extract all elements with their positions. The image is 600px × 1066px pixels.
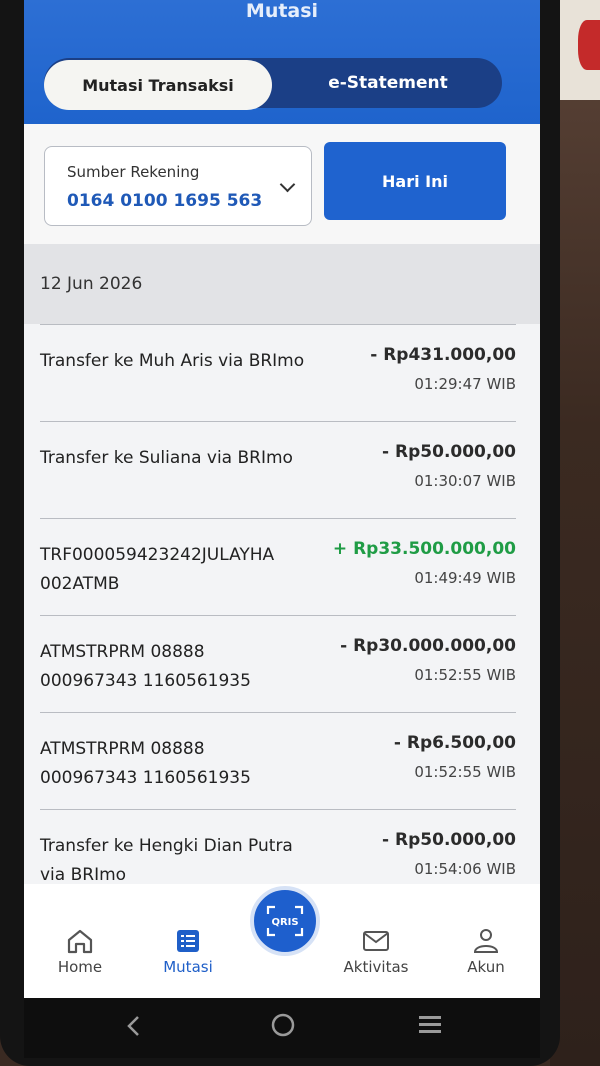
- tab-e-statement[interactable]: e-Statement: [274, 58, 502, 108]
- nav-home-label: Home: [57, 958, 103, 976]
- mail-icon: [363, 931, 389, 951]
- transaction-description: ATMSTRPRM 08888 000967343 1160561935: [40, 739, 251, 788]
- transaction-time: 01:29:47 WIB: [414, 375, 516, 393]
- transaction-time: 01:52:55 WIB: [414, 666, 516, 684]
- qris-icon: QRIS: [266, 905, 304, 937]
- back-icon[interactable]: [124, 1014, 144, 1038]
- transaction-row[interactable]: ATMSTRPRM 08888 000967343 1160561935 - R…: [40, 615, 516, 713]
- transaction-description: Transfer ke Muh Aris via BRImo: [40, 351, 305, 371]
- transaction-description: TRF000059423242JULAYHA 002ATMB: [40, 545, 275, 594]
- mutasi-icon: [177, 930, 199, 952]
- nav-aktivitas[interactable]: Aktivitas: [336, 928, 416, 976]
- background-object: [560, 0, 600, 100]
- transaction-time: 01:54:06 WIB: [414, 860, 516, 878]
- nav-akun-label: Akun: [467, 958, 505, 976]
- transaction-amount: - Rp431.000,00: [370, 345, 516, 365]
- transaction-description: ATMSTRPRM 08888 000967343 1160561935: [40, 642, 251, 691]
- transaction-row[interactable]: ATMSTRPRM 08888 000967343 1160561935 - R…: [40, 712, 516, 810]
- nav-akun[interactable]: Akun: [446, 928, 526, 976]
- transaction-time: 01:52:55 WIB: [414, 763, 516, 781]
- transaction-list: Transfer ke Muh Aris via BRImo - Rp431.0…: [24, 324, 540, 885]
- tab-mutasi-transaksi[interactable]: Mutasi Transaksi: [44, 60, 272, 110]
- transaction-amount: - Rp6.500,00: [393, 733, 516, 753]
- nav-home[interactable]: Home: [40, 928, 120, 976]
- date-range-button[interactable]: Hari Ini: [324, 142, 506, 220]
- transaction-amount: - Rp50.000,00: [382, 830, 516, 850]
- transaction-row[interactable]: Transfer ke Suliana via BRImo - Rp50.000…: [40, 421, 516, 519]
- qris-button[interactable]: QRIS: [250, 886, 320, 956]
- transaction-description: Transfer ke Suliana via BRImo: [40, 448, 293, 468]
- date-group-label: 12 Jun 2026: [40, 274, 143, 294]
- account-source-dropdown[interactable]: Sumber Rekening 0164 0100 1695 563: [44, 146, 312, 226]
- transaction-amount: + Rp33.500.000,00: [332, 539, 516, 559]
- transaction-amount: - Rp50.000,00: [382, 442, 516, 462]
- filter-bar: Sumber Rekening 0164 0100 1695 563 Hari …: [24, 124, 540, 244]
- transaction-row[interactable]: TRF000059423242JULAYHA 002ATMB + Rp33.50…: [40, 518, 516, 616]
- header: Mutasi Mutasi Transaksi e-Statement: [24, 0, 540, 130]
- account-source-label: Sumber Rekening: [67, 163, 200, 181]
- nav-mutasi-label: Mutasi: [163, 958, 213, 976]
- tab-switcher: Mutasi Transaksi e-Statement: [44, 58, 502, 110]
- system-navigation-bar: [24, 998, 540, 1058]
- nav-mutasi[interactable]: Mutasi: [148, 928, 228, 976]
- user-icon: [473, 929, 499, 953]
- account-number: 0164 0100 1695 563: [67, 191, 263, 211]
- recent-apps-icon[interactable]: [418, 1014, 442, 1036]
- qris-label: QRIS: [271, 917, 298, 928]
- home-icon: [67, 929, 93, 954]
- transaction-time: 01:49:49 WIB: [414, 569, 516, 587]
- transaction-row[interactable]: Transfer ke Muh Aris via BRImo - Rp431.0…: [40, 324, 516, 422]
- nav-aktivitas-label: Aktivitas: [343, 958, 409, 976]
- transaction-time: 01:30:07 WIB: [414, 472, 516, 490]
- transaction-amount: - Rp30.000.000,00: [340, 636, 516, 656]
- transaction-description: Transfer ke Hengki Dian Putra via BRImo: [40, 836, 293, 885]
- date-group-header: 12 Jun 2026: [24, 244, 540, 324]
- app-screen: Mutasi Mutasi Transaksi e-Statement Sumb…: [24, 0, 540, 998]
- page-title: Mutasi: [245, 0, 319, 22]
- home-circle-icon[interactable]: [270, 1012, 296, 1038]
- chevron-down-icon: [279, 176, 296, 193]
